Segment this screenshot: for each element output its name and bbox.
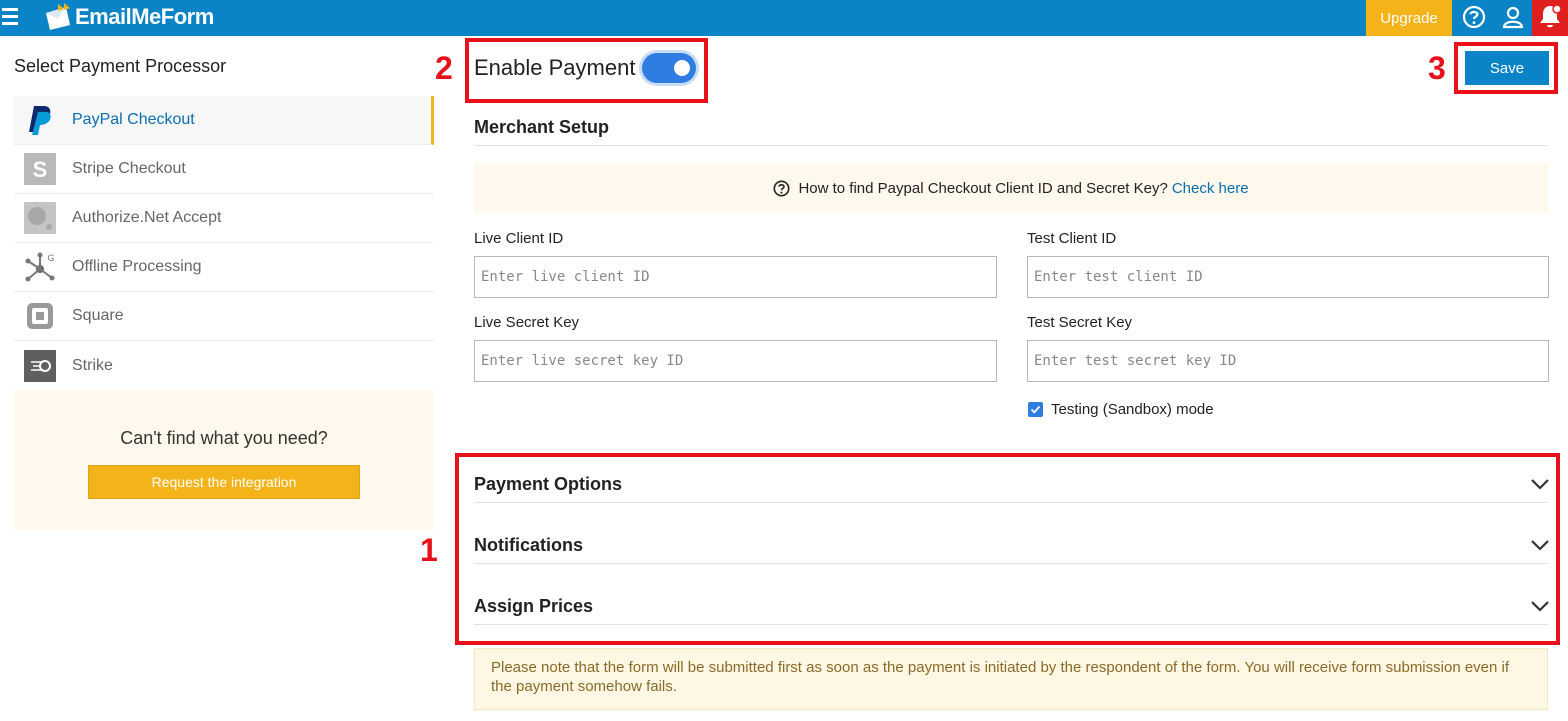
processor-item-paypal[interactable]: PayPal Checkout bbox=[14, 96, 434, 145]
processor-label: Offline Processing bbox=[72, 258, 202, 275]
divider bbox=[474, 563, 1548, 564]
help-icon[interactable] bbox=[1462, 5, 1486, 29]
request-integration-button[interactable]: Request the integration bbox=[88, 465, 360, 499]
live-client-id-label: Live Client ID bbox=[474, 230, 564, 247]
checkmark-icon bbox=[1030, 405, 1041, 414]
upgrade-button[interactable]: Upgrade bbox=[1366, 0, 1452, 36]
offline-processing-icon: G bbox=[24, 251, 56, 283]
integration-request-panel: Can't find what you need? Request the in… bbox=[14, 390, 434, 530]
brand-name: EmailMeForm bbox=[75, 4, 214, 29]
processor-label: Stripe Checkout bbox=[72, 160, 186, 177]
check-here-link[interactable]: Check here bbox=[1172, 180, 1249, 197]
stripe-icon: S bbox=[24, 153, 56, 185]
enable-payment-toggle[interactable] bbox=[642, 53, 696, 83]
question-circle-icon bbox=[773, 180, 790, 196]
sandbox-mode-label: Testing (Sandbox) mode bbox=[1051, 401, 1214, 418]
brand-logo[interactable]: EmailMeForm bbox=[44, 2, 214, 32]
merchant-setup-title: Merchant Setup bbox=[474, 117, 610, 137]
annotation-number-2: 2 bbox=[435, 50, 453, 86]
test-client-id-label: Test Client ID bbox=[1027, 230, 1117, 247]
top-bar: EmailMeForm Upgrade bbox=[0, 0, 1568, 36]
payment-processor-list: PayPal Checkout S Stripe Checkout Author… bbox=[14, 96, 434, 390]
toggle-knob bbox=[674, 60, 690, 76]
processor-label: Authorize.Net Accept bbox=[72, 209, 222, 226]
divider bbox=[474, 624, 1548, 625]
payment-warning-note: Please note that the form will be submit… bbox=[474, 648, 1548, 710]
svg-text:G: G bbox=[47, 253, 54, 263]
authorize-net-icon bbox=[24, 202, 56, 234]
notifications-header[interactable]: Notifications bbox=[474, 535, 583, 556]
envelope-logo-icon bbox=[46, 3, 70, 30]
sidebar-title: Select Payment Processor bbox=[14, 56, 227, 76]
processor-item-authorize-net[interactable]: Authorize.Net Accept bbox=[14, 194, 434, 243]
square-icon bbox=[24, 300, 56, 332]
sandbox-mode-checkbox[interactable] bbox=[1028, 402, 1043, 417]
processor-item-strike[interactable]: Strike bbox=[14, 341, 434, 390]
divider bbox=[474, 502, 1548, 503]
annotation-number-3: 3 bbox=[1428, 50, 1446, 86]
help-info-bar: How to find Paypal Checkout Client ID an… bbox=[474, 163, 1548, 213]
live-secret-key-label: Live Secret Key bbox=[474, 314, 580, 331]
live-secret-key-input[interactable]: Enter live secret key ID bbox=[474, 340, 997, 382]
chevron-down-icon[interactable] bbox=[1530, 539, 1550, 551]
enable-payment-label: Enable Payment bbox=[474, 55, 636, 80]
save-button[interactable]: Save bbox=[1465, 51, 1549, 85]
hamburger-menu-icon[interactable] bbox=[0, 0, 22, 34]
test-secret-key-input[interactable]: Enter test secret key ID bbox=[1027, 340, 1549, 382]
info-text: How to find Paypal Checkout Client ID an… bbox=[798, 179, 1168, 197]
test-client-id-input[interactable]: Enter test client ID bbox=[1027, 256, 1549, 298]
bell-icon bbox=[1540, 4, 1562, 28]
cant-find-text: Can't find what you need? bbox=[120, 428, 328, 448]
svg-text:S: S bbox=[33, 157, 48, 182]
paypal-icon bbox=[24, 104, 56, 136]
processor-item-square[interactable]: Square bbox=[14, 292, 434, 341]
processor-item-stripe[interactable]: S Stripe Checkout bbox=[14, 145, 434, 194]
processor-label: Square bbox=[72, 307, 124, 324]
processor-label: Strike bbox=[72, 356, 113, 374]
annotation-number-1: 1 bbox=[420, 532, 438, 568]
chevron-down-icon[interactable] bbox=[1530, 478, 1550, 490]
live-client-id-input[interactable]: Enter live client ID bbox=[474, 256, 997, 298]
strike-icon bbox=[24, 349, 56, 382]
test-secret-key-label: Test Secret Key bbox=[1027, 314, 1133, 331]
notifications-button[interactable] bbox=[1532, 0, 1568, 36]
divider bbox=[474, 145, 1548, 146]
assign-prices-header[interactable]: Assign Prices bbox=[474, 596, 593, 617]
chevron-down-icon[interactable] bbox=[1530, 600, 1550, 612]
processor-label: PayPal Checkout bbox=[72, 111, 195, 128]
processor-item-offline[interactable]: G Offline Processing bbox=[14, 243, 434, 292]
payment-options-header[interactable]: Payment Options bbox=[474, 474, 622, 495]
user-account-icon[interactable] bbox=[1502, 5, 1524, 29]
